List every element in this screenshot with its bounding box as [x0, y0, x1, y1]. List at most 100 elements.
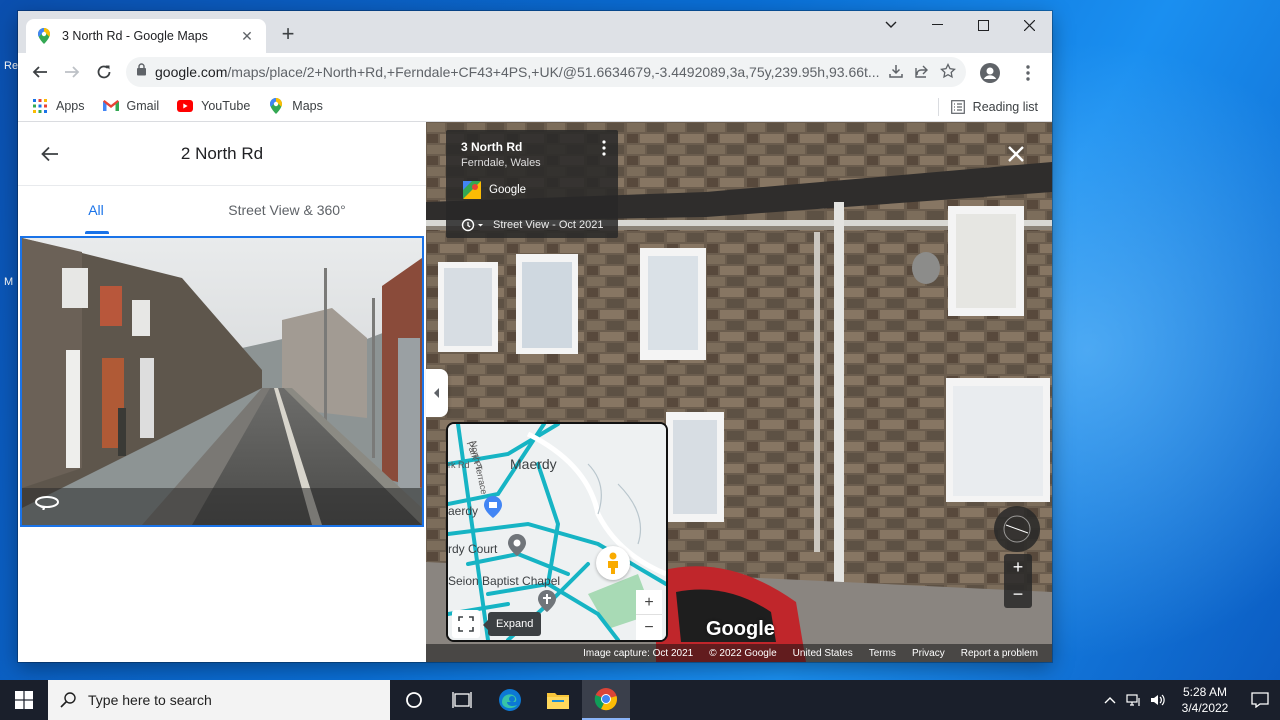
separator	[937, 97, 939, 116]
collapse-panel-button[interactable]	[426, 369, 448, 417]
chrome-icon	[594, 688, 617, 711]
map-label-town: Maerdy	[510, 456, 557, 472]
tab-all[interactable]: All	[18, 186, 174, 234]
report-problem-link[interactable]: Report a problem	[961, 648, 1038, 659]
profile-icon[interactable]	[974, 57, 1006, 89]
map-label: aerdy	[448, 504, 479, 518]
start-button[interactable]	[0, 680, 48, 720]
reading-list-icon	[950, 99, 965, 114]
notifications-button[interactable]	[1240, 680, 1280, 720]
google-maps-icon	[463, 181, 481, 199]
minimap[interactable]: Maerdy aerdy rdy Court Seion Baptist Cha…	[446, 422, 668, 642]
minimap-zoom-in-button[interactable]: +	[636, 590, 662, 616]
bookmark-label: Maps	[292, 99, 323, 113]
google-logo: Google	[706, 618, 775, 640]
minimap-zoom-out-button[interactable]: −	[636, 614, 662, 640]
place-pin-icon[interactable]	[508, 534, 526, 561]
reload-button[interactable]	[88, 56, 120, 88]
sv-capture-date[interactable]: Street View - Oct 2021	[461, 218, 603, 232]
back-button[interactable]	[24, 56, 56, 88]
lock-icon[interactable]	[136, 63, 147, 81]
close-tab-icon[interactable]: ✕	[238, 28, 256, 45]
compass-control[interactable]	[994, 506, 1040, 552]
maximize-button[interactable]	[960, 11, 1006, 39]
volume-icon[interactable]	[1146, 680, 1170, 720]
reading-list-button[interactable]: Reading list	[937, 91, 1038, 122]
bookmark-star-icon[interactable]	[940, 62, 956, 82]
folder-icon	[547, 693, 569, 709]
bookmark-maps[interactable]: Maps	[268, 98, 323, 114]
browser-tab[interactable]: 3 North Rd - Google Maps ✕	[26, 19, 266, 53]
maps-content: 2 North Rd All Street View & 360° 3 Nort…	[18, 122, 1052, 662]
tab-title: 3 North Rd - Google Maps	[62, 29, 208, 43]
chevron-up-icon[interactable]	[1098, 680, 1122, 720]
url-path: /maps/place/2+North+Rd,+Ferndale+CF43+4P…	[227, 64, 880, 80]
browser-toolbar: google.com/maps/place/2+North+Rd,+Fernda…	[18, 53, 1052, 91]
zoom-out-button[interactable]: −	[1004, 581, 1032, 608]
desktop-icon-label[interactable]: M	[4, 276, 13, 288]
maps-pin-icon	[268, 98, 284, 114]
more-vert-icon[interactable]	[602, 140, 606, 159]
edge-icon	[499, 689, 521, 711]
task-view-icon	[452, 692, 472, 708]
close-window-button[interactable]	[1006, 11, 1052, 39]
terms-link[interactable]: Terms	[869, 648, 896, 659]
minimize-button[interactable]	[914, 11, 960, 39]
install-icon[interactable]	[888, 63, 904, 82]
chrome-app-button[interactable]	[582, 680, 630, 720]
window-controls	[868, 11, 1052, 41]
photos-panel: 2 North Rd All Street View & 360°	[18, 122, 426, 662]
reading-list-label: Reading list	[972, 99, 1038, 114]
panel-header: 2 North Rd	[18, 122, 426, 186]
edge-app-button[interactable]	[486, 680, 534, 720]
file-explorer-button[interactable]	[534, 680, 582, 720]
shop-pin-icon[interactable]	[484, 496, 502, 523]
image-capture-text: Image capture: Oct 2021	[583, 647, 694, 659]
new-tab-button[interactable]: +	[276, 23, 300, 47]
map-label: Seion Baptist Chapel	[448, 574, 561, 588]
share-icon[interactable]	[914, 63, 930, 82]
tab-street-view[interactable]: Street View & 360°	[174, 186, 426, 234]
copyright-text: © 2022 Google	[709, 647, 777, 659]
network-icon[interactable]	[1122, 680, 1146, 720]
clock-time: 5:28 AM	[1182, 685, 1228, 699]
tab-search-icon[interactable]	[868, 11, 914, 39]
clock-date: 3/4/2022	[1181, 701, 1229, 715]
cortana-button[interactable]	[390, 680, 438, 720]
privacy-link[interactable]: Privacy	[912, 648, 945, 659]
bookmark-label: YouTube	[201, 99, 251, 113]
pegman-icon[interactable]	[596, 546, 630, 580]
expand-control: Expand	[452, 610, 542, 638]
gmail-icon	[102, 98, 119, 114]
back-arrow-icon[interactable]	[38, 142, 62, 166]
rotate-360-icon	[34, 494, 60, 515]
forward-button[interactable]	[56, 56, 88, 88]
bookmark-youtube[interactable]: YouTube	[177, 98, 250, 114]
clock[interactable]: 5:28 AM 3/4/2022	[1170, 684, 1240, 716]
street-photo-thumbnail[interactable]	[20, 236, 424, 527]
close-street-view-icon[interactable]	[1004, 142, 1028, 166]
history-icon	[461, 218, 483, 232]
bookmark-apps[interactable]: Apps	[32, 98, 85, 114]
bookmark-gmail[interactable]: Gmail	[102, 98, 160, 114]
bookmarks-bar: Apps Gmail YouTube Maps Reading list	[18, 91, 1052, 122]
desktop-icon-label[interactable]: Re	[4, 60, 18, 72]
menu-kebab-icon[interactable]	[1012, 57, 1044, 89]
zoom-in-button[interactable]: +	[1004, 554, 1032, 581]
street-view-viewer[interactable]: 3 North Rd Ferndale, Wales Google Street…	[426, 122, 1052, 662]
omnibox-actions	[888, 62, 956, 82]
region-link[interactable]: United States	[793, 648, 853, 659]
taskbar: Type here to search 5:28 AM 3/4/2022	[0, 680, 1280, 720]
sv-place-title[interactable]: 3 North Rd	[461, 140, 522, 154]
sv-provider-name: Google	[489, 184, 527, 196]
fullscreen-expand-icon[interactable]	[452, 610, 480, 638]
taskbar-search[interactable]: Type here to search	[48, 680, 390, 720]
notification-icon	[1251, 692, 1269, 708]
bookmark-label: Gmail	[126, 99, 160, 113]
photo-tabs: All Street View & 360°	[18, 186, 426, 234]
toolbar-right	[974, 57, 1044, 89]
task-view-button[interactable]	[438, 680, 486, 720]
youtube-icon	[177, 98, 194, 114]
address-bar[interactable]: google.com/maps/place/2+North+Rd,+Fernda…	[126, 57, 966, 87]
sv-provider: Google	[463, 181, 526, 199]
